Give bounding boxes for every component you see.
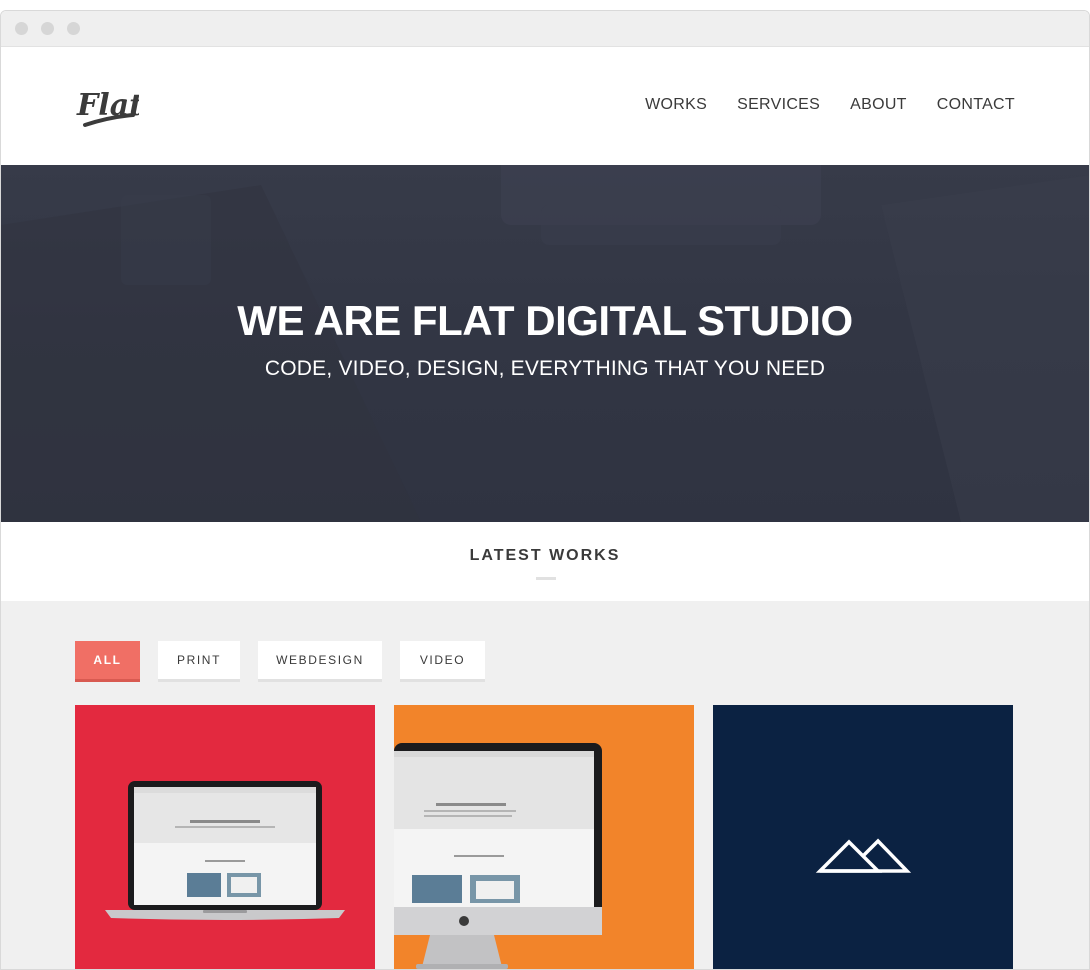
works-section: ALL PRINT WEBDESIGN VIDEO xyxy=(1,601,1089,969)
filter-all-button[interactable]: ALL xyxy=(75,641,140,682)
work-tile-logo[interactable] xyxy=(713,705,1013,969)
nav-item-services[interactable]: SERVICES xyxy=(737,96,820,114)
section-title: LATEST WORKS xyxy=(469,547,621,564)
hero-subtitle: CODE, VIDEO, DESIGN, EVERYTHING THAT YOU… xyxy=(264,357,826,380)
latest-works-header: LATEST WORKS xyxy=(1,522,1089,601)
work-tile-laptop[interactable] xyxy=(75,705,375,969)
hero-title: WE ARE FLAT DIGITAL STUDIO xyxy=(237,297,853,344)
section-divider xyxy=(536,577,556,580)
imac-mockup-icon xyxy=(394,705,694,969)
filter-bar: ALL PRINT WEBDESIGN VIDEO xyxy=(75,641,485,682)
nav-item-works[interactable]: WORKS xyxy=(645,96,707,114)
main-nav: WORKS SERVICES ABOUT CONTACT xyxy=(645,96,1015,114)
site-header: Flat WORKS SERVICES ABOUT CONTACT xyxy=(1,47,1089,165)
filter-video-button[interactable]: VIDEO xyxy=(400,641,485,682)
filter-print-button[interactable]: PRINT xyxy=(158,641,240,682)
window-minimize-dot[interactable] xyxy=(41,22,54,35)
filter-webdesign-button[interactable]: WEBDESIGN xyxy=(258,641,382,682)
mountain-logo-icon xyxy=(713,705,1013,969)
laptop-mockup-icon xyxy=(75,705,375,969)
nav-item-contact[interactable]: CONTACT xyxy=(937,96,1015,114)
works-grid xyxy=(75,705,1013,969)
work-tile-imac[interactable] xyxy=(394,705,694,969)
flat-logo-icon[interactable]: Flat xyxy=(75,75,143,139)
nav-item-about[interactable]: ABOUT xyxy=(850,96,907,114)
browser-window: Flat WORKS SERVICES ABOUT CONTACT WE ARE… xyxy=(0,10,1090,970)
browser-chrome xyxy=(1,11,1089,47)
window-maximize-dot[interactable] xyxy=(67,22,80,35)
hero-banner: WE ARE FLAT DIGITAL STUDIO CODE, VIDEO, … xyxy=(1,165,1089,522)
window-close-dot[interactable] xyxy=(15,22,28,35)
